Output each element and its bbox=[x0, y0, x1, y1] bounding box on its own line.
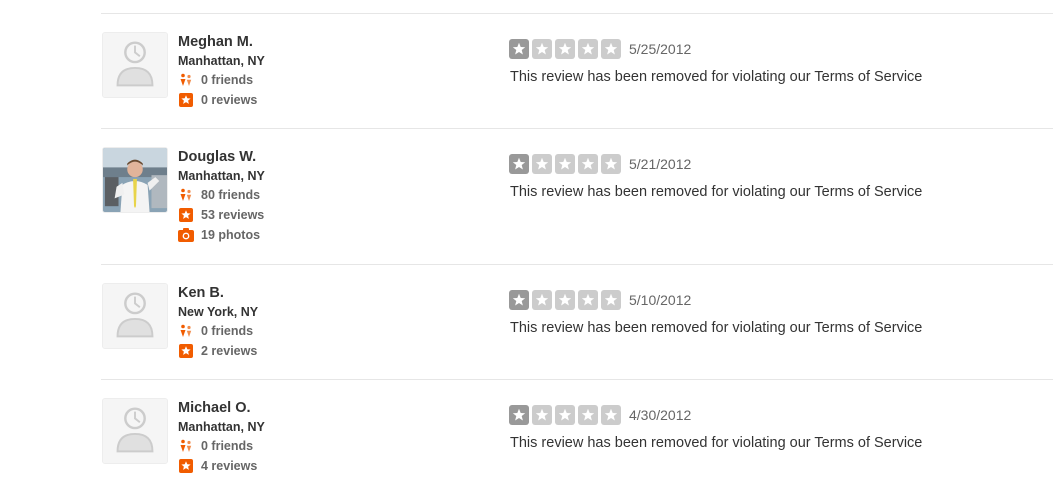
removed-review-text: This review has been removed for violati… bbox=[510, 320, 923, 336]
review-date: 4/30/2012 bbox=[629, 407, 692, 423]
friend-count: 0 friends bbox=[178, 436, 265, 456]
photo-count-label: 19 photos bbox=[201, 228, 261, 242]
friend-count: 0 friends bbox=[178, 70, 265, 90]
star-rating: 5/25/2012 bbox=[509, 39, 691, 59]
review-item: Ken B. New York, NY 0 friends 2 reviews … bbox=[101, 265, 1053, 380]
star-filled-icon bbox=[509, 405, 529, 425]
user-info: Michael O. Manhattan, NY 0 friends 4 rev… bbox=[178, 399, 265, 476]
star-empty-icon bbox=[555, 290, 575, 310]
review-star-icon bbox=[178, 458, 194, 474]
friend-count: 0 friends bbox=[178, 321, 258, 341]
review-star-icon bbox=[178, 92, 194, 108]
friend-count-label: 80 friends bbox=[201, 188, 261, 202]
user-name[interactable]: Michael O. bbox=[178, 399, 265, 417]
review-date: 5/25/2012 bbox=[629, 41, 692, 57]
star-rating: 5/21/2012 bbox=[509, 154, 691, 174]
star-empty-icon bbox=[601, 154, 621, 174]
friend-count: 80 friends bbox=[178, 185, 265, 205]
review-count-label: 2 reviews bbox=[201, 344, 258, 358]
review-count-label: 0 reviews bbox=[201, 93, 258, 107]
removed-review-text: This review has been removed for violati… bbox=[510, 69, 923, 85]
friends-icon bbox=[178, 323, 194, 339]
review-count: 2 reviews bbox=[178, 341, 258, 361]
review-star-icon bbox=[178, 343, 194, 359]
star-empty-icon bbox=[555, 154, 575, 174]
review-count: 0 reviews bbox=[178, 90, 265, 110]
review-item: Meghan M. Manhattan, NY 0 friends 0 revi… bbox=[101, 14, 1053, 129]
removed-review-text: This review has been removed for violati… bbox=[510, 184, 923, 200]
friend-count-label: 0 friends bbox=[201, 73, 254, 87]
friend-count-label: 0 friends bbox=[201, 439, 254, 453]
user-location: Manhattan, NY bbox=[178, 420, 265, 434]
user-info: Ken B. New York, NY 0 friends 2 reviews bbox=[178, 284, 258, 361]
friends-icon bbox=[178, 72, 194, 88]
review-date: 5/21/2012 bbox=[629, 156, 692, 172]
review-list: Meghan M. Manhattan, NY 0 friends 0 revi… bbox=[101, 13, 1053, 493]
default-avatar-icon[interactable] bbox=[102, 398, 168, 464]
review-star-icon bbox=[178, 207, 194, 223]
review-count-label: 4 reviews bbox=[201, 459, 258, 473]
friends-icon bbox=[178, 187, 194, 203]
default-avatar-icon[interactable] bbox=[102, 283, 168, 349]
review-count-label: 53 reviews bbox=[201, 208, 265, 222]
photo-count: 19 photos bbox=[178, 225, 265, 245]
review-item: Michael O. Manhattan, NY 0 friends 4 rev… bbox=[101, 380, 1053, 493]
user-photo[interactable] bbox=[102, 147, 168, 213]
star-filled-icon bbox=[509, 39, 529, 59]
camera-icon bbox=[178, 227, 194, 243]
friend-count-label: 0 friends bbox=[201, 324, 254, 338]
star-filled-icon bbox=[509, 154, 529, 174]
star-empty-icon bbox=[532, 290, 552, 310]
review-date: 5/10/2012 bbox=[629, 292, 692, 308]
removed-review-text: This review has been removed for violati… bbox=[510, 435, 923, 451]
star-empty-icon bbox=[555, 39, 575, 59]
friends-icon bbox=[178, 438, 194, 454]
star-empty-icon bbox=[578, 154, 598, 174]
user-name[interactable]: Douglas W. bbox=[178, 148, 265, 166]
review-count: 53 reviews bbox=[178, 205, 265, 225]
star-rating: 5/10/2012 bbox=[509, 290, 691, 310]
star-rating: 4/30/2012 bbox=[509, 405, 691, 425]
user-location: Manhattan, NY bbox=[178, 54, 265, 68]
user-name[interactable]: Ken B. bbox=[178, 284, 258, 302]
star-empty-icon bbox=[578, 405, 598, 425]
user-location: Manhattan, NY bbox=[178, 169, 265, 183]
user-info: Meghan M. Manhattan, NY 0 friends 0 revi… bbox=[178, 33, 265, 110]
star-empty-icon bbox=[601, 39, 621, 59]
star-empty-icon bbox=[601, 290, 621, 310]
star-empty-icon bbox=[532, 405, 552, 425]
star-empty-icon bbox=[532, 154, 552, 174]
review-count: 4 reviews bbox=[178, 456, 265, 476]
star-empty-icon bbox=[532, 39, 552, 59]
user-info: Douglas W. Manhattan, NY 80 friends 53 r… bbox=[178, 148, 265, 245]
default-avatar-icon[interactable] bbox=[102, 32, 168, 98]
star-empty-icon bbox=[578, 290, 598, 310]
user-location: New York, NY bbox=[178, 305, 259, 319]
star-empty-icon bbox=[555, 405, 575, 425]
star-empty-icon bbox=[578, 39, 598, 59]
star-filled-icon bbox=[509, 290, 529, 310]
user-name[interactable]: Meghan M. bbox=[178, 33, 265, 51]
star-empty-icon bbox=[601, 405, 621, 425]
review-item: Douglas W. Manhattan, NY 80 friends 53 r… bbox=[101, 129, 1053, 265]
